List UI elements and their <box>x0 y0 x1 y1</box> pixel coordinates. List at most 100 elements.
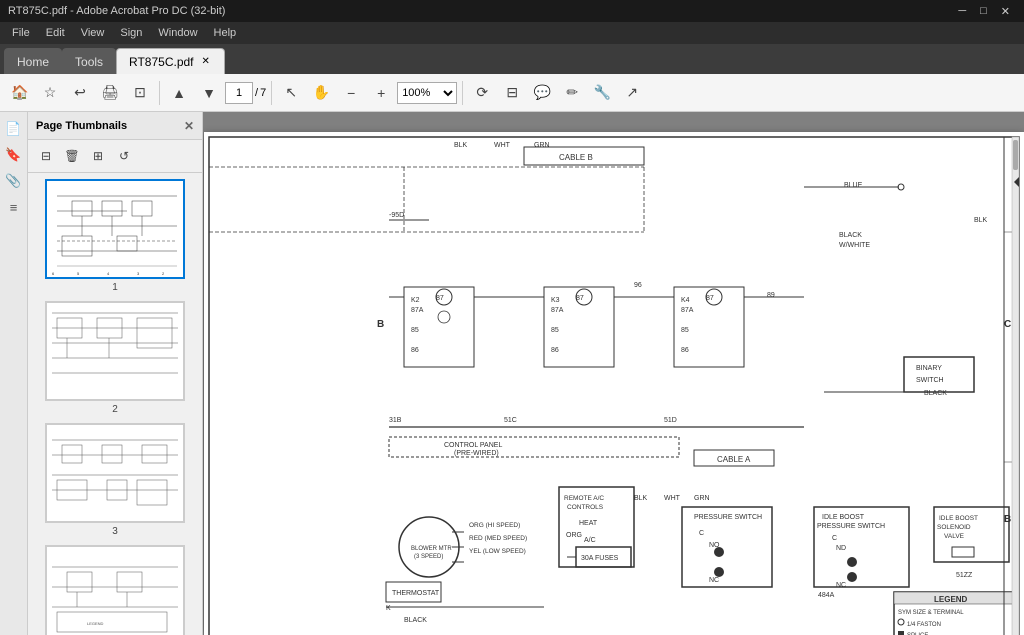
panel-header: Page Thumbnails ✕ <box>28 112 202 140</box>
menu-edit[interactable]: Edit <box>38 22 73 44</box>
nav-down-button[interactable]: ▼ <box>195 79 223 107</box>
comment-button[interactable]: 💬 <box>528 79 556 107</box>
menu-file[interactable]: File <box>4 22 38 44</box>
thumbnail-label-2: 2 <box>112 404 118 415</box>
zoom-fit-button[interactable]: ⊡ <box>126 79 154 107</box>
print-button[interactable]: 🖨 <box>96 79 124 107</box>
svg-text:30A FUSES: 30A FUSES <box>581 555 619 562</box>
svg-text:SOLENOID: SOLENOID <box>937 524 971 531</box>
svg-text:IDLE BOOST: IDLE BOOST <box>939 515 978 522</box>
rotate-button[interactable]: ⟳ <box>468 79 496 107</box>
svg-text:(3 SPEED): (3 SPEED) <box>414 554 443 560</box>
maximize-button[interactable]: □ <box>974 2 993 20</box>
tab-document-label: RT875C.pdf <box>129 55 193 69</box>
svg-text:VALVE: VALVE <box>944 533 965 540</box>
zoom-in-button[interactable]: + <box>367 79 395 107</box>
page-total: 7 <box>260 87 266 99</box>
svg-text:NC: NC <box>709 577 719 584</box>
thumbnail-label-1: 1 <box>112 282 118 293</box>
home-button[interactable]: 🏠 <box>6 79 34 107</box>
window-controls: ─ □ ✕ <box>952 2 1016 20</box>
thumbnail-extract-button[interactable]: ⊞ <box>86 144 110 168</box>
svg-text:BLOWER MTR: BLOWER MTR <box>411 546 452 552</box>
svg-text:ORG: ORG <box>566 532 582 539</box>
svg-text:89: 89 <box>767 292 775 299</box>
svg-text:C: C <box>699 530 704 537</box>
svg-text:51ZZ: 51ZZ <box>956 572 973 579</box>
svg-text:85: 85 <box>551 327 559 334</box>
svg-text:BLACK: BLACK <box>404 617 427 624</box>
panel-title: Page Thumbnails <box>36 120 127 132</box>
menu-sign[interactable]: Sign <box>112 22 150 44</box>
svg-text:86: 86 <box>411 347 419 354</box>
zoom-select[interactable]: 100% 75% 125% 150% 200% Fit Page Fit Wid… <box>397 82 457 104</box>
svg-text:C: C <box>832 535 837 542</box>
svg-text:PRESSURE SWITCH: PRESSURE SWITCH <box>694 514 762 521</box>
svg-text:86: 86 <box>681 347 689 354</box>
hand-tool-button[interactable]: ✋ <box>307 79 335 107</box>
menu-view[interactable]: View <box>73 22 113 44</box>
thumbnail-page-2[interactable]: 2 <box>34 301 196 415</box>
thumbnail-delete-button[interactable]: 🗑 <box>60 144 84 168</box>
tab-tools[interactable]: Tools <box>62 48 116 74</box>
thumbnail-image-1: 6 5 4 3 2 <box>45 179 185 279</box>
highlight-button[interactable]: ✏ <box>558 79 586 107</box>
wiring-diagram-svg: CABLE B BLK WHT GRN BLUE BLK BLACK W/WHI <box>204 132 1024 635</box>
svg-text:WHT: WHT <box>664 495 681 502</box>
toolbar: 🏠 ☆ ↩ 🖨 ⊡ ▲ ▼ / 7 ↖ ✋ − + 100% 75% 125% … <box>0 74 1024 112</box>
page-nav: / 7 <box>225 82 266 104</box>
svg-text:87: 87 <box>436 295 444 302</box>
separator-1 <box>159 81 160 105</box>
pages-icon[interactable]: 📄 <box>3 118 25 140</box>
minimize-button[interactable]: ─ <box>952 2 972 20</box>
layers-icon[interactable]: ≡ <box>3 196 25 218</box>
thumbnail-page-3[interactable]: 3 <box>34 423 196 537</box>
tab-close-icon[interactable]: ✕ <box>200 55 212 68</box>
svg-text:REMOTE A/C: REMOTE A/C <box>564 495 604 502</box>
svg-text:CONTROLS: CONTROLS <box>567 504 604 511</box>
share-button[interactable]: ↗ <box>618 79 646 107</box>
back-button[interactable]: ↩ <box>66 79 94 107</box>
svg-text:LEGEND: LEGEND <box>934 595 968 604</box>
svg-text:RED (MED SPEED): RED (MED SPEED) <box>469 535 527 542</box>
pdf-viewer[interactable]: CABLE B BLK WHT GRN BLUE BLK BLACK W/WHI <box>203 112 1024 635</box>
select-tool-button[interactable]: ↖ <box>277 79 305 107</box>
svg-text:CABLE A: CABLE A <box>717 455 751 464</box>
svg-text:HEAT: HEAT <box>579 520 598 527</box>
page-separator: / <box>255 87 258 99</box>
bookmarks-icon[interactable]: 🔖 <box>3 144 25 166</box>
pdf-page: CABLE B BLK WHT GRN BLUE BLK BLACK W/WHI <box>204 132 1024 632</box>
svg-text:87A: 87A <box>681 307 694 314</box>
thumbnail-options-button[interactable]: ⊟ <box>34 144 58 168</box>
thumbnail-rotate-button[interactable]: ↺ <box>112 144 136 168</box>
menu-help[interactable]: Help <box>206 22 245 44</box>
nav-up-button[interactable]: ▲ <box>165 79 193 107</box>
svg-text:K: K <box>386 605 391 612</box>
panel-close-button[interactable]: ✕ <box>184 119 194 133</box>
attachments-icon[interactable]: 📎 <box>3 170 25 192</box>
menu-window[interactable]: Window <box>150 22 205 44</box>
zoom-out-button[interactable]: − <box>337 79 365 107</box>
close-button[interactable]: ✕ <box>995 2 1016 20</box>
main-area: 📄 🔖 📎 ≡ Page Thumbnails ✕ ⊟ 🗑 ⊞ ↺ <box>0 112 1024 635</box>
svg-text:-95D: -95D <box>389 212 404 219</box>
svg-text:BLACK: BLACK <box>924 390 947 397</box>
separator-3 <box>462 81 463 105</box>
thumbnail-label-3: 3 <box>112 526 118 537</box>
svg-text:ND: ND <box>836 545 846 552</box>
page-input[interactable] <box>225 82 253 104</box>
svg-text:BLK: BLK <box>454 142 468 149</box>
tab-home[interactable]: Home <box>4 48 62 74</box>
tools2-button[interactable]: 🔧 <box>588 79 616 107</box>
panels-button[interactable]: ⊟ <box>498 79 526 107</box>
thumbnail-page-4[interactable]: LEGEND 4 <box>34 545 196 635</box>
svg-text:BINARY: BINARY <box>916 365 942 372</box>
svg-text:484A: 484A <box>818 592 835 599</box>
thumbnail-page-1[interactable]: 6 5 4 3 2 1 <box>34 179 196 293</box>
svg-text:NC: NC <box>836 582 846 589</box>
svg-text:LEGEND: LEGEND <box>87 621 104 626</box>
bookmark-button[interactable]: ☆ <box>36 79 64 107</box>
panel-tools: ⊟ 🗑 ⊞ ↺ <box>28 140 202 173</box>
svg-text:THERMOSTAT: THERMOSTAT <box>392 590 440 597</box>
tab-document[interactable]: RT875C.pdf ✕ <box>116 48 225 74</box>
